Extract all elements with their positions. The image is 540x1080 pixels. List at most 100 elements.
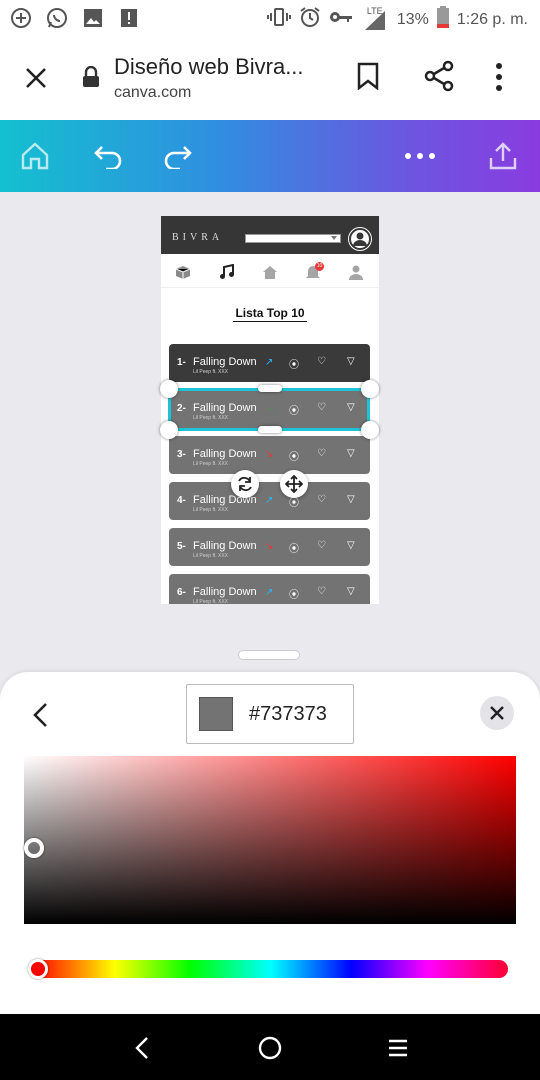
alarm-icon <box>299 6 321 33</box>
back-icon[interactable] <box>126 1032 158 1064</box>
resize-handle-bottom[interactable] <box>258 426 282 433</box>
trend-arrow-icon: ↘ <box>265 449 274 460</box>
saturation-brightness-picker[interactable] <box>23 756 516 924</box>
song-row[interactable]: 6- Falling Down Lil Peep ft. XXX ↗ ⦿ ♡ ▽ <box>169 574 370 604</box>
color-picker-panel: #737373 <box>0 672 540 1014</box>
share-icon[interactable] <box>424 60 456 97</box>
song-artist: Lil Peep ft. XXX <box>193 553 229 559</box>
editor-toolbar <box>0 120 540 192</box>
filter-icon[interactable]: ▽ <box>347 540 355 551</box>
user-avatar-icon[interactable] <box>349 228 371 250</box>
hex-value[interactable]: #737373 <box>249 703 327 726</box>
filter-icon[interactable]: ▽ <box>347 494 355 505</box>
vibrate-icon <box>266 7 291 32</box>
close-icon[interactable] <box>20 62 52 94</box>
play-count-icon[interactable]: ⦿ <box>289 448 299 463</box>
hex-input[interactable]: #737373 <box>186 684 354 744</box>
song-rank: 5- <box>177 541 186 552</box>
resize-handle-top[interactable] <box>258 385 282 392</box>
network-label: LTE <box>366 5 383 16</box>
panel-drag-handle[interactable] <box>238 650 300 660</box>
battery-icon <box>436 6 449 33</box>
chevron-left-icon[interactable] <box>26 698 54 732</box>
trend-arrow-icon: ↘ <box>265 541 274 552</box>
resize-handle-bottom-right[interactable] <box>361 421 379 439</box>
dropdown-arrow-icon <box>331 236 337 240</box>
trend-arrow-icon: ↗ <box>265 357 274 368</box>
heart-icon[interactable]: ♡ <box>317 494 326 505</box>
song-row[interactable]: 3- Falling Down Lil Peep ft. XXX ↘ ⦿ ♡ ▽ <box>169 436 370 474</box>
bookmark-icon[interactable] <box>356 62 380 95</box>
song-rank: 3- <box>177 449 186 460</box>
key-icon <box>329 10 353 29</box>
move-icon[interactable] <box>280 470 308 498</box>
lock-icon <box>82 65 100 93</box>
design-header[interactable]: BIVRA <box>161 216 379 254</box>
rotate-icon[interactable] <box>231 470 259 498</box>
song-artist: Lil Peep ft. XXX <box>193 507 229 513</box>
status-bar: LTE 13% 1:26 p. m. <box>0 0 540 36</box>
play-count-icon[interactable]: ⦿ <box>289 540 299 555</box>
sv-picker-thumb[interactable] <box>23 838 44 859</box>
resize-handle-top-left[interactable] <box>160 380 178 398</box>
heart-icon[interactable]: ♡ <box>317 448 326 459</box>
list-title-text: Lista Top 10 <box>233 306 307 322</box>
music-icon[interactable] <box>218 263 236 281</box>
add-circle-icon <box>8 5 34 31</box>
play-count-icon[interactable]: ⦿ <box>289 586 299 601</box>
hue-slider-thumb[interactable] <box>28 959 48 979</box>
filter-icon[interactable]: ▽ <box>347 448 355 459</box>
home-icon[interactable] <box>17 138 53 174</box>
filter-icon[interactable]: ▽ <box>347 356 355 367</box>
page-url[interactable]: canva.com <box>114 84 191 102</box>
page-title: Diseño web Bivra... <box>114 54 304 79</box>
song-title: Falling Down <box>193 586 257 598</box>
box-icon[interactable] <box>174 263 192 281</box>
whatsapp-icon <box>44 5 70 31</box>
recents-icon[interactable] <box>382 1032 414 1064</box>
resize-handle-bottom-left[interactable] <box>160 421 178 439</box>
notification-badge: 10 <box>315 262 324 271</box>
song-row[interactable]: 4- Falling Down Lil Peep ft. XXX ↗ ⦿ ♡ ▽ <box>169 482 370 520</box>
search-bar[interactable] <box>245 234 341 243</box>
heart-icon[interactable]: ♡ <box>317 586 326 597</box>
heart-icon[interactable]: ♡ <box>317 356 326 367</box>
song-title: Falling Down <box>193 540 257 552</box>
song-row[interactable]: 1- Falling Down Lil Peep ft. XXX ↗ ⦿ ♡ ▽ <box>169 344 370 382</box>
song-artist: Lil Peep ft. XXX <box>193 369 229 375</box>
close-icon[interactable] <box>480 696 514 730</box>
upload-icon[interactable] <box>485 138 521 174</box>
alert-icon <box>116 5 142 31</box>
color-swatch <box>199 697 233 731</box>
person-icon[interactable] <box>347 263 365 281</box>
home-circle-icon[interactable] <box>254 1032 286 1064</box>
heart-icon[interactable]: ♡ <box>317 540 326 551</box>
song-rank: 6- <box>177 587 186 598</box>
filter-icon[interactable]: ▽ <box>347 586 355 597</box>
brand-logo[interactable]: BIVRA <box>172 232 223 243</box>
trend-arrow-icon: ↗ <box>265 495 274 506</box>
browser-bar: Diseño web Bivra... canva.com <box>0 36 540 120</box>
redo-icon[interactable] <box>160 138 196 174</box>
hue-slider[interactable] <box>28 959 508 979</box>
song-artist: Lil Peep ft. XXX <box>193 599 229 604</box>
clock-time: 1:26 p. m. <box>456 10 528 28</box>
song-row[interactable]: 5- Falling Down Lil Peep ft. XXX ↘ ⦿ ♡ ▽ <box>169 528 370 566</box>
more-vert-icon[interactable] <box>494 62 504 97</box>
list-title[interactable]: Lista Top 10 <box>161 306 379 322</box>
song-title: Falling Down <box>193 448 257 460</box>
song-title: Falling Down <box>193 356 257 368</box>
resize-handle-top-right[interactable] <box>361 380 379 398</box>
design-nav[interactable]: 10 <box>161 254 379 288</box>
selection-box[interactable] <box>168 388 370 431</box>
signal-icon: LTE <box>361 5 389 31</box>
song-artist: Lil Peep ft. XXX <box>193 461 229 467</box>
undo-icon[interactable] <box>90 138 126 174</box>
battery-percent: 13% <box>396 10 429 28</box>
gallery-icon <box>80 5 106 31</box>
play-count-icon[interactable]: ⦿ <box>289 356 299 371</box>
song-rank: 4- <box>177 495 186 506</box>
song-rank: 1- <box>177 357 186 368</box>
house-icon[interactable] <box>261 263 279 281</box>
more-horiz-icon[interactable] <box>402 138 438 174</box>
